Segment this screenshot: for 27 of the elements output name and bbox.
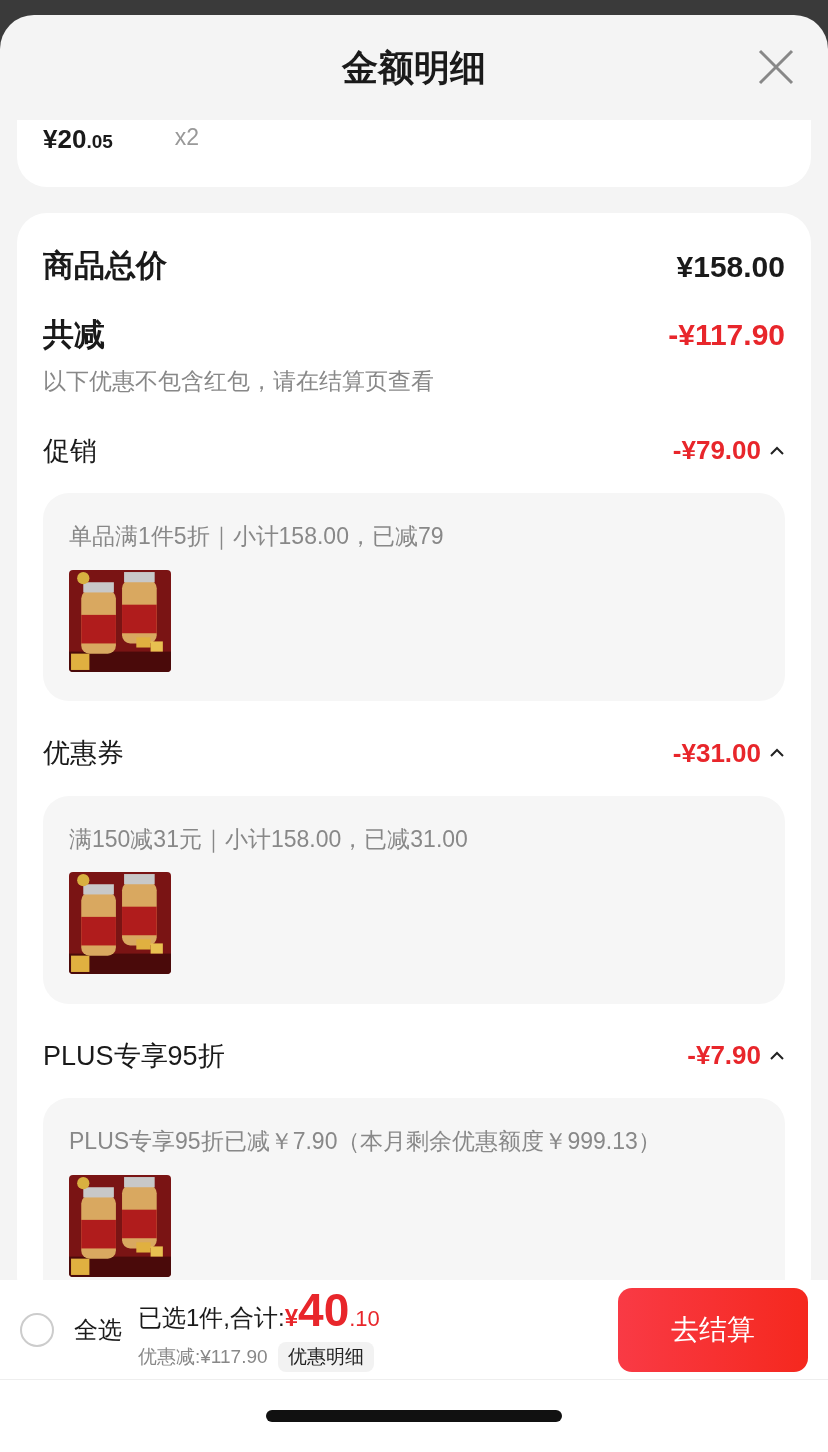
total-price: ¥158.00 <box>676 248 785 285</box>
discount-amount: -¥79.00 <box>672 434 761 468</box>
discount-detail: 单品满1件5折｜小计158.00，已减79 <box>69 522 445 552</box>
item-price: ¥20.05 <box>43 123 113 156</box>
reduction-label: 共减 <box>43 315 105 354</box>
saving-amount: 优惠减:¥117.90 <box>138 1344 268 1369</box>
discount-detail: 满150减31元｜小计158.00，已减31.00 <box>69 824 469 855</box>
discount-label: 优惠券 <box>43 737 124 770</box>
sheet-title: 金额明细 <box>342 45 486 90</box>
discount-note: 以下优惠不包含红包，请在结算页查看 <box>43 367 435 396</box>
discount-detail: PLUS专享95折已减￥7.90（本月剩余优惠额度￥999.13） <box>69 1127 662 1156</box>
total-label: 商品总价 <box>43 247 167 285</box>
caret-icon[interactable] <box>769 445 785 456</box>
caret-icon[interactable] <box>769 748 785 759</box>
discount-amount: -¥7.90 <box>687 1039 761 1073</box>
discount-label: 促销 <box>43 434 97 468</box>
checkout-button[interactable]: 去结算 <box>618 1287 808 1372</box>
caret-icon[interactable] <box>769 1050 785 1061</box>
close-icon[interactable] <box>758 49 794 85</box>
select-all-checkbox[interactable] <box>20 1312 54 1347</box>
selected-total: 已选1件,合计:¥40.10 <box>138 1286 380 1336</box>
item-quantity: x2 <box>174 123 200 152</box>
reduction-amount: -¥117.90 <box>668 317 785 354</box>
discount-details-link[interactable]: 优惠明细 <box>277 1341 374 1373</box>
discount-label: PLUS专享95折 <box>43 1039 225 1073</box>
discount-amount: -¥31.00 <box>672 736 761 770</box>
select-all-label: 全选 <box>74 1314 122 1345</box>
